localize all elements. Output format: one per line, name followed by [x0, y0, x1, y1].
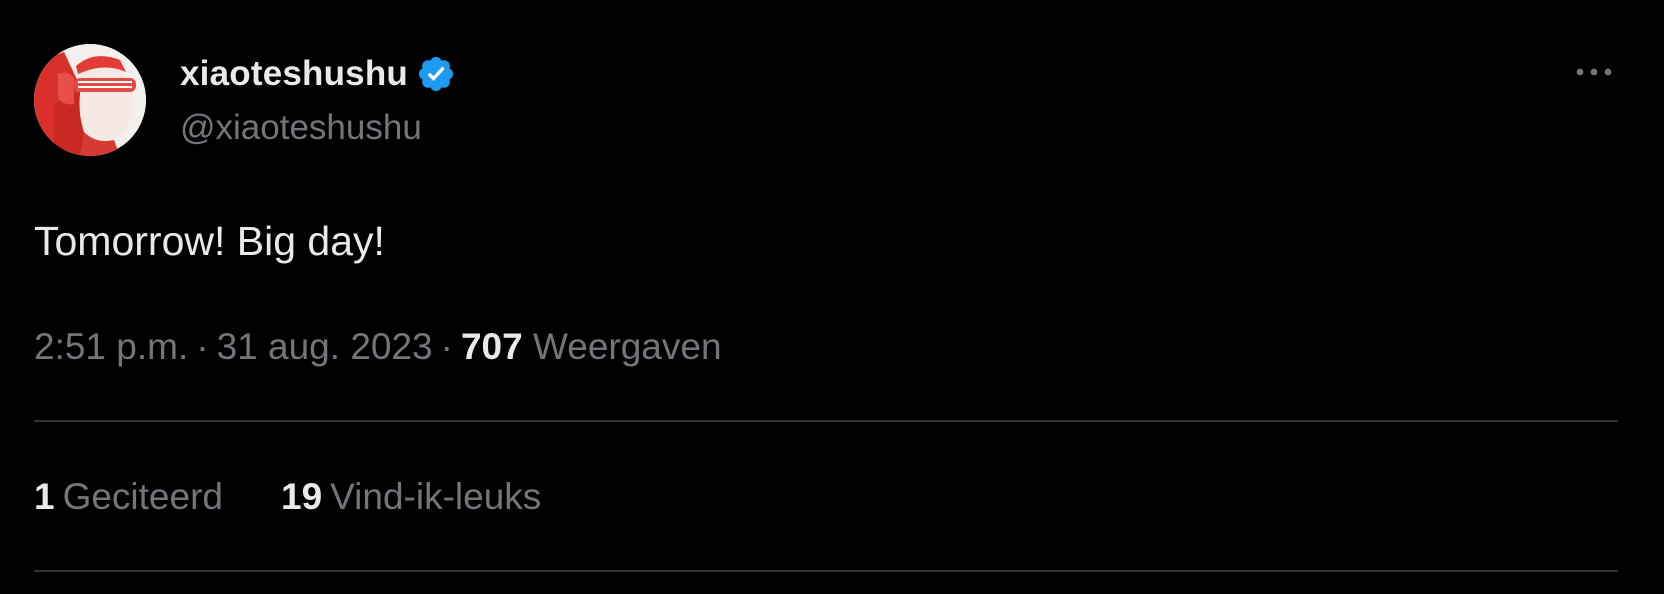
author-name-row: xiaoteshushu — [180, 52, 456, 96]
likes-label: Vind-ik-leuks — [330, 476, 542, 517]
views-count[interactable]: 707 — [461, 326, 523, 367]
engagement-stats: 1 Geciteerd 19 Vind-ik-leuks — [34, 476, 541, 518]
more-options-button[interactable] — [1566, 50, 1622, 94]
quotes-label: Geciteerd — [62, 476, 223, 517]
tweet-metadata: 2:51 p.m. · 31 aug. 2023 · 707 Weergaven — [34, 326, 722, 368]
tweet-time[interactable]: 2:51 p.m. — [34, 326, 188, 367]
avatar[interactable] — [34, 44, 146, 156]
separator-dot: · — [440, 326, 453, 367]
separator-dot: · — [196, 326, 209, 367]
more-horizontal-icon — [1576, 68, 1612, 76]
quotes-count: 1 — [34, 476, 55, 517]
likes-count: 19 — [281, 476, 323, 517]
divider — [34, 420, 1618, 422]
divider — [34, 570, 1618, 572]
tweet-detail: xiaoteshushu @xiaoteshushu Tomorrow! Big… — [0, 0, 1664, 594]
quotes-stat[interactable]: 1 Geciteerd — [34, 476, 223, 518]
display-name[interactable]: xiaoteshushu — [180, 54, 408, 94]
tweet-date[interactable]: 31 aug. 2023 — [217, 326, 433, 367]
tweet-text: Tomorrow! Big day! — [34, 218, 385, 264]
views-label[interactable]: Weergaven — [533, 326, 722, 367]
likes-stat[interactable]: 19 Vind-ik-leuks — [281, 476, 541, 518]
avatar-image — [34, 44, 146, 156]
verified-badge-icon[interactable] — [416, 54, 456, 94]
author-handle[interactable]: @xiaoteshushu — [180, 108, 422, 148]
